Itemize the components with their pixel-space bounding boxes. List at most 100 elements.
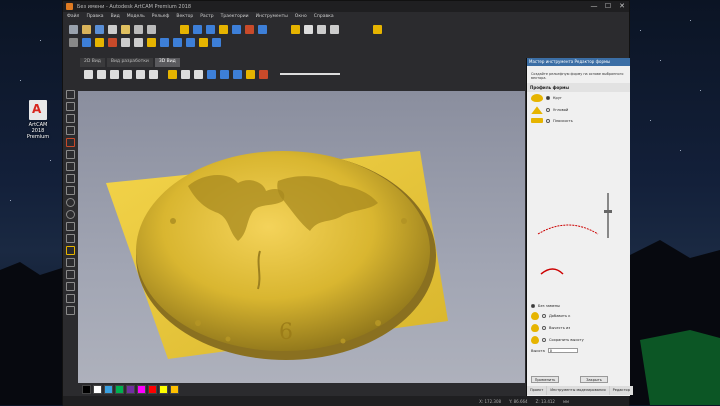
radio-round[interactable] [546, 96, 550, 101]
view-cube-icon[interactable] [136, 69, 145, 79]
shape-option-round[interactable]: Круг [527, 92, 630, 104]
wire-icon[interactable] [194, 69, 203, 79]
menu-window[interactable]: Окно [295, 14, 307, 19]
calculate-icon[interactable] [291, 25, 300, 34]
menu-model[interactable]: Модель [127, 14, 145, 19]
close-panel-button[interactable]: Закрыть [580, 376, 608, 383]
zoom-icon[interactable] [69, 38, 78, 47]
zoom-fit-icon[interactable] [149, 69, 158, 79]
smooth-icon[interactable] [147, 38, 156, 47]
select-arrow-icon[interactable] [65, 90, 75, 99]
menu-toolpaths[interactable]: Траектории [221, 14, 249, 19]
two-rail-icon[interactable] [258, 25, 267, 34]
apply-button[interactable]: Применить [531, 376, 559, 383]
menu-relief[interactable]: Рельеф [152, 14, 170, 19]
shape-option-plane[interactable]: Плоскость [527, 116, 630, 125]
close-button[interactable]: ✕ [615, 1, 629, 12]
swatch-blue[interactable] [104, 385, 113, 394]
light-icon[interactable] [168, 69, 177, 79]
3d-viewport[interactable]: 6 [78, 91, 525, 383]
settings-icon[interactable] [330, 25, 339, 34]
subtract-relief-icon[interactable] [108, 38, 117, 47]
new-file-icon[interactable] [69, 25, 78, 34]
swatch-white[interactable] [93, 385, 102, 394]
grid-tool-icon[interactable] [65, 126, 75, 135]
mode-keep-height[interactable]: Сохранить высоту [527, 334, 631, 346]
shade-icon[interactable] [207, 69, 216, 79]
swatch-purple[interactable] [126, 385, 135, 394]
composite-icon[interactable] [246, 69, 255, 79]
tab-2d-view[interactable]: 2D Вид [80, 58, 105, 67]
layers-icon[interactable] [373, 25, 382, 34]
transparency-slider[interactable] [280, 73, 340, 75]
radio-subtract[interactable] [542, 326, 546, 330]
view-iso-icon[interactable] [84, 69, 93, 79]
ellipse-icon[interactable] [65, 210, 75, 219]
swatch-orange[interactable] [170, 385, 179, 394]
height-input[interactable]: 0 [547, 348, 578, 353]
mode-no-replace[interactable]: Без замены [527, 302, 631, 310]
transform-icon[interactable] [65, 114, 75, 123]
offset-icon[interactable] [199, 38, 208, 47]
radio-no-replace[interactable] [531, 304, 535, 308]
angle-slider-knob[interactable] [604, 210, 612, 213]
wrap-icon[interactable] [212, 38, 221, 47]
view-front-icon[interactable] [110, 69, 119, 79]
box-select-icon[interactable] [82, 38, 91, 47]
radio-angular[interactable] [546, 108, 550, 113]
eraser-icon[interactable] [65, 150, 75, 159]
add-relief-icon[interactable] [95, 38, 104, 47]
grid-icon[interactable] [134, 38, 143, 47]
material-icon[interactable] [220, 69, 229, 79]
node-edit-icon[interactable] [65, 102, 75, 111]
line-icon[interactable] [65, 162, 75, 171]
swatch-green[interactable] [115, 385, 124, 394]
view-side-icon[interactable] [123, 69, 132, 79]
maximize-button[interactable]: ☐ [601, 1, 615, 12]
axis-icon[interactable] [181, 69, 190, 79]
paint-icon[interactable] [65, 294, 75, 303]
save-icon[interactable] [95, 25, 104, 34]
knife-icon[interactable] [65, 282, 75, 291]
weave-icon[interactable] [173, 38, 182, 47]
sculpt-icon[interactable] [245, 25, 254, 34]
brush-icon[interactable] [65, 258, 75, 267]
tab-modeling-tools[interactable]: Инструменты моделирования [547, 386, 609, 395]
vector-icon[interactable] [193, 25, 202, 34]
star-icon[interactable] [65, 222, 75, 231]
text-icon[interactable] [65, 234, 75, 243]
shape-editor-icon[interactable] [219, 25, 228, 34]
tab-3d-view[interactable]: 3D Вид [154, 58, 180, 67]
mode-subtract[interactable]: Вычесть из [527, 322, 631, 334]
paste-icon[interactable] [121, 25, 130, 34]
swatch-magenta[interactable] [137, 385, 146, 394]
swatch-black[interactable] [82, 385, 91, 394]
radio-add[interactable] [542, 314, 546, 318]
menu-bitmap[interactable]: Растр [200, 14, 213, 19]
relief-icon[interactable] [180, 25, 189, 34]
blend-icon[interactable] [160, 38, 169, 47]
shape-option-angular[interactable]: Угловой [527, 104, 630, 116]
circle-icon[interactable] [65, 198, 75, 207]
tab-editor[interactable]: Редактор [609, 386, 633, 395]
swatch-red[interactable] [148, 385, 157, 394]
undo-icon[interactable] [134, 25, 143, 34]
pencil-icon[interactable] [65, 138, 75, 147]
radio-plane[interactable] [546, 118, 550, 123]
swatch-yellow[interactable] [159, 385, 168, 394]
fill-icon[interactable] [65, 246, 75, 255]
copy-icon[interactable] [108, 25, 117, 34]
tab-design-view[interactable]: Вид разработки [106, 58, 153, 67]
color-picker-icon[interactable] [65, 306, 75, 315]
angle-slider-track[interactable] [607, 193, 609, 238]
align-icon[interactable] [121, 38, 130, 47]
polyline-icon[interactable] [65, 174, 75, 183]
tab-project[interactable]: Проект [527, 386, 547, 395]
desktop-shortcut[interactable]: A ArtCAM 2018 Premium [22, 100, 54, 140]
relief-layer-icon[interactable] [233, 69, 242, 79]
redo-icon[interactable] [147, 25, 156, 34]
view-top-icon[interactable] [97, 69, 106, 79]
menu-tools[interactable]: Инструменты [256, 14, 288, 19]
menu-view[interactable]: Вид [111, 14, 120, 19]
extrude-icon[interactable] [232, 25, 241, 34]
